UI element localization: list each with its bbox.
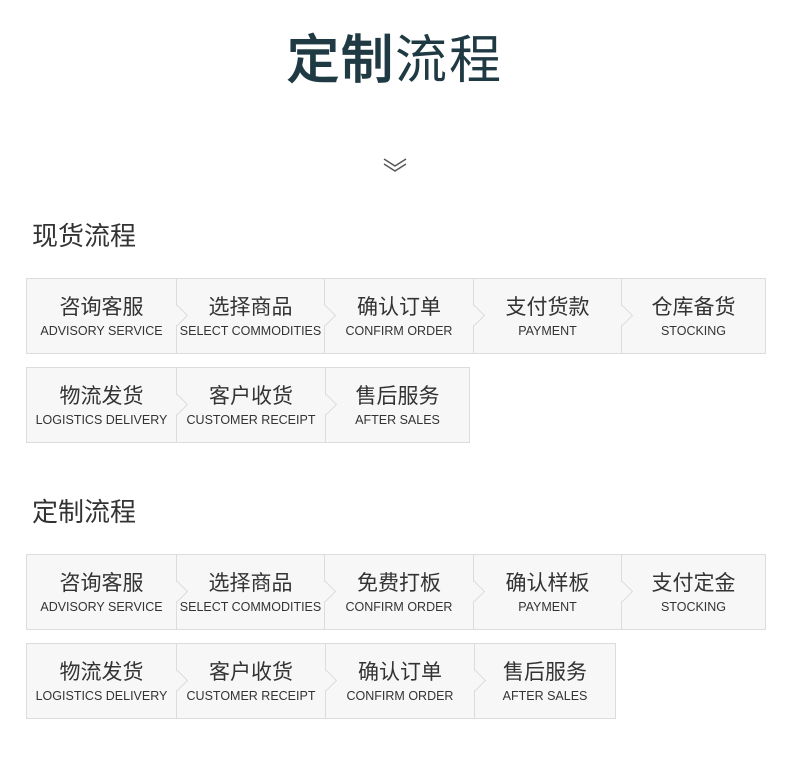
step-label-cn: 售后服务 — [503, 660, 587, 684]
step-label-en: ADVISORY SERVICE — [40, 324, 163, 338]
stock-step-advisory: 咨询客服 ADVISORY SERVICE — [26, 278, 177, 354]
custom-step-select: 选择商品 SELECT COMMODITIES — [176, 554, 325, 630]
stock-flow-title: 现货流程 — [32, 222, 137, 252]
custom-step-deposit: 支付定金 STOCKING — [621, 554, 766, 630]
step-label-cn: 客户收货 — [209, 384, 293, 408]
step-label-cn: 物流发货 — [59, 660, 144, 684]
stock-step-receipt: 客户收货 CUSTOMER RECEIPT — [176, 367, 326, 443]
stock-step-select: 选择商品 SELECT COMMODITIES — [176, 278, 325, 354]
custom-flow-title: 定制流程 — [32, 498, 137, 528]
step-label-en: CUSTOMER RECEIPT — [186, 413, 316, 427]
step-label-en: LOGISTICS DELIVERY — [35, 689, 168, 703]
step-label-en: PAYMENT — [518, 324, 577, 338]
custom-step-confirm-order: 确认订单 CONFIRM ORDER — [325, 643, 475, 719]
step-label-en: CONFIRM ORDER — [345, 600, 453, 614]
custom-step-receipt: 客户收货 CUSTOMER RECEIPT — [176, 643, 326, 719]
double-chevron-down-icon — [383, 158, 407, 172]
custom-step-sample: 免费打板 CONFIRM ORDER — [324, 554, 474, 630]
step-label-en: AFTER SALES — [355, 413, 440, 427]
step-label-cn: 仓库备货 — [651, 295, 736, 319]
step-label-cn: 确认订单 — [358, 660, 442, 684]
stock-step-payment: 支付货款 PAYMENT — [473, 278, 622, 354]
stock-step-stocking: 仓库备货 STOCKING — [621, 278, 766, 354]
stock-flow-row-2: 物流发货 LOGISTICS DELIVERY 客户收货 CUSTOMER RE… — [26, 367, 470, 443]
stock-step-confirm: 确认订单 CONFIRM ORDER — [324, 278, 474, 354]
step-label-cn: 售后服务 — [355, 384, 440, 408]
step-label-en: STOCKING — [660, 324, 727, 338]
page-title: 定制流程 — [0, 26, 790, 96]
custom-step-advisory: 咨询客服 ADVISORY SERVICE — [26, 554, 177, 630]
stock-step-after-sales: 售后服务 AFTER SALES — [325, 367, 470, 443]
custom-flow-row-1: 咨询客服 ADVISORY SERVICE 选择商品 SELECT COMMOD… — [26, 554, 766, 630]
step-label-cn: 支付定金 — [651, 571, 736, 595]
step-label-cn: 客户收货 — [209, 660, 293, 684]
custom-step-delivery: 物流发货 LOGISTICS DELIVERY — [26, 643, 177, 719]
step-label-cn: 选择商品 — [208, 571, 293, 595]
step-label-en: AFTER SALES — [502, 689, 588, 703]
step-label-en: CONFIRM ORDER — [345, 324, 453, 338]
step-label-en: SELECT COMMODITIES — [179, 600, 322, 614]
stock-flow-row-1: 咨询客服 ADVISORY SERVICE 选择商品 SELECT COMMOD… — [26, 278, 766, 354]
step-label-cn: 咨询客服 — [59, 295, 144, 319]
step-label-cn: 支付货款 — [505, 295, 590, 319]
step-label-en: ADVISORY SERVICE — [40, 600, 163, 614]
step-label-cn: 免费打板 — [357, 571, 441, 595]
step-label-en: CONFIRM ORDER — [346, 689, 454, 703]
page-title-bold: 定制 — [286, 31, 395, 91]
step-label-en: LOGISTICS DELIVERY — [35, 413, 168, 427]
custom-step-confirm-sample: 确认样板 PAYMENT — [473, 554, 622, 630]
custom-flow-row-2: 物流发货 LOGISTICS DELIVERY 客户收货 CUSTOMER RE… — [26, 643, 616, 719]
step-label-cn: 物流发货 — [59, 384, 144, 408]
stock-step-delivery: 物流发货 LOGISTICS DELIVERY — [26, 367, 177, 443]
step-label-cn: 确认订单 — [357, 295, 441, 319]
step-label-en: SELECT COMMODITIES — [179, 324, 322, 338]
step-label-en: PAYMENT — [518, 600, 577, 614]
step-label-cn: 确认样板 — [505, 571, 590, 595]
step-label-en: CUSTOMER RECEIPT — [186, 689, 316, 703]
step-label-cn: 选择商品 — [208, 295, 293, 319]
custom-step-after-sales: 售后服务 AFTER SALES — [474, 643, 616, 719]
page-title-light: 流程 — [395, 31, 504, 91]
step-label-en: STOCKING — [660, 600, 727, 614]
step-label-cn: 咨询客服 — [59, 571, 144, 595]
